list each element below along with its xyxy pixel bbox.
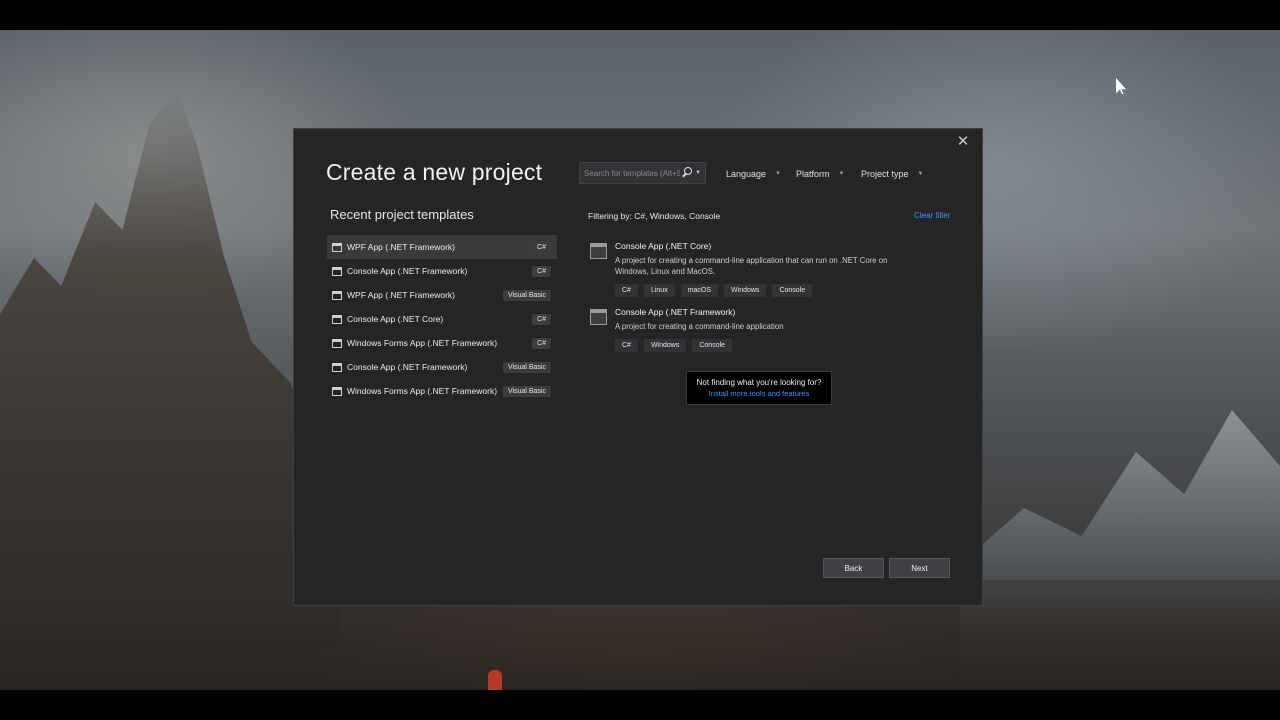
project-type-filter-dropdown[interactable]: Project type ▼ (861, 169, 923, 179)
recent-template-item[interactable]: WPF App (.NET Framework) C# (327, 235, 557, 259)
template-result-item[interactable]: Console App (.NET Framework) A project f… (588, 307, 958, 352)
wallpaper-castle (0, 90, 340, 650)
template-tag: C# (615, 339, 638, 352)
template-tag: Windows (643, 339, 687, 352)
recent-template-item[interactable]: Console App (.NET Framework) Visual Basi… (327, 355, 557, 379)
recent-template-name: WPF App (.NET Framework) (347, 242, 455, 252)
winforms-template-icon (332, 338, 342, 348)
install-more-tools-link[interactable]: Install more tools and features (687, 389, 831, 398)
template-tag: Console (772, 284, 813, 297)
language-badge: Visual Basic (502, 385, 551, 397)
language-badge: C# (532, 313, 551, 325)
chevron-down-icon: ▼ (917, 171, 924, 177)
language-badge: Visual Basic (502, 361, 551, 373)
recent-template-item[interactable]: Windows Forms App (.NET Framework) Visua… (327, 379, 557, 403)
recent-template-name: Windows Forms App (.NET Framework) (347, 338, 498, 348)
language-filter-dropdown[interactable]: Language ▼ (726, 169, 781, 179)
template-result-item[interactable]: Console App (.NET Core) A project for cr… (588, 241, 958, 297)
language-filter-label: Language (726, 169, 767, 179)
recent-templates-list: WPF App (.NET Framework) C# Console App … (327, 235, 557, 403)
console-template-icon (332, 266, 342, 276)
platform-filter-dropdown[interactable]: Platform ▼ (796, 169, 844, 179)
back-button[interactable]: Back (823, 558, 884, 578)
search-icon[interactable] (680, 166, 694, 180)
recent-templates-heading: Recent project templates (330, 207, 474, 222)
recent-template-item[interactable]: WPF App (.NET Framework) Visual Basic (327, 283, 557, 307)
template-tag: macOS (680, 284, 719, 297)
template-result-description: A project for creating a command-line ap… (615, 322, 784, 331)
template-result-description: A project for creating a command-line ap… (615, 256, 888, 276)
recent-template-item[interactable]: Console App (.NET Framework) C# (327, 259, 557, 283)
recent-template-name: Windows Forms App (.NET Framework) (347, 386, 498, 396)
dialog-title: Create a new project (326, 159, 543, 185)
recent-template-item[interactable]: Windows Forms App (.NET Framework) C# (327, 331, 557, 355)
console-core-template-icon (590, 243, 607, 259)
chevron-down-icon: ▼ (775, 171, 781, 177)
template-tags: C# Windows Console (615, 339, 958, 352)
recent-template-name: Console App (.NET Framework) (347, 362, 468, 372)
template-tags: C# Linux macOS Windows Console (615, 284, 958, 297)
search-dropdown-icon[interactable]: ▼ (695, 170, 703, 176)
template-tag: Windows (724, 284, 767, 297)
filtering-status: Filtering by: C#, Windows, Console (588, 211, 721, 221)
console-template-icon (590, 309, 607, 325)
language-badge: C# (532, 337, 551, 349)
recent-template-name: WPF App (.NET Framework) (347, 290, 455, 300)
template-tag: Console (692, 339, 733, 352)
language-badge: Visual Basic (502, 289, 551, 301)
console-core-template-icon (332, 314, 342, 324)
template-result-title: Console App (.NET Core) (615, 241, 712, 251)
console-template-icon (332, 362, 342, 372)
next-button[interactable]: Next (889, 558, 950, 578)
template-tag: C# (615, 284, 638, 297)
platform-filter-label: Platform (796, 169, 830, 179)
wpf-template-icon (332, 242, 342, 252)
wallpaper-figure (488, 670, 502, 690)
language-badge: C# (532, 265, 551, 277)
language-badge: C# (532, 241, 551, 253)
create-project-dialog: ✕ Create a new project ▼ Language ▼ Plat… (293, 128, 983, 606)
template-result-title: Console App (.NET Framework) (615, 307, 736, 317)
project-type-filter-label: Project type (861, 169, 909, 179)
recent-template-item[interactable]: Console App (.NET Core) C# (327, 307, 557, 331)
clear-filter-link[interactable]: Clear filter (914, 211, 950, 220)
template-tag: Linux (643, 284, 675, 297)
chevron-down-icon: ▼ (838, 171, 845, 177)
close-button[interactable]: ✕ (954, 133, 972, 151)
template-search-input[interactable] (580, 168, 680, 178)
not-finding-tooltip: Not finding what you're looking for? Ins… (686, 371, 832, 405)
tooltip-text: Not finding what you're looking for? (696, 378, 822, 387)
recent-template-name: Console App (.NET Framework) (347, 266, 468, 276)
recent-template-name: Console App (.NET Core) (347, 314, 444, 324)
wpf-template-icon (332, 290, 342, 300)
template-search-box[interactable]: ▼ (579, 162, 706, 184)
winforms-template-icon (332, 386, 342, 396)
